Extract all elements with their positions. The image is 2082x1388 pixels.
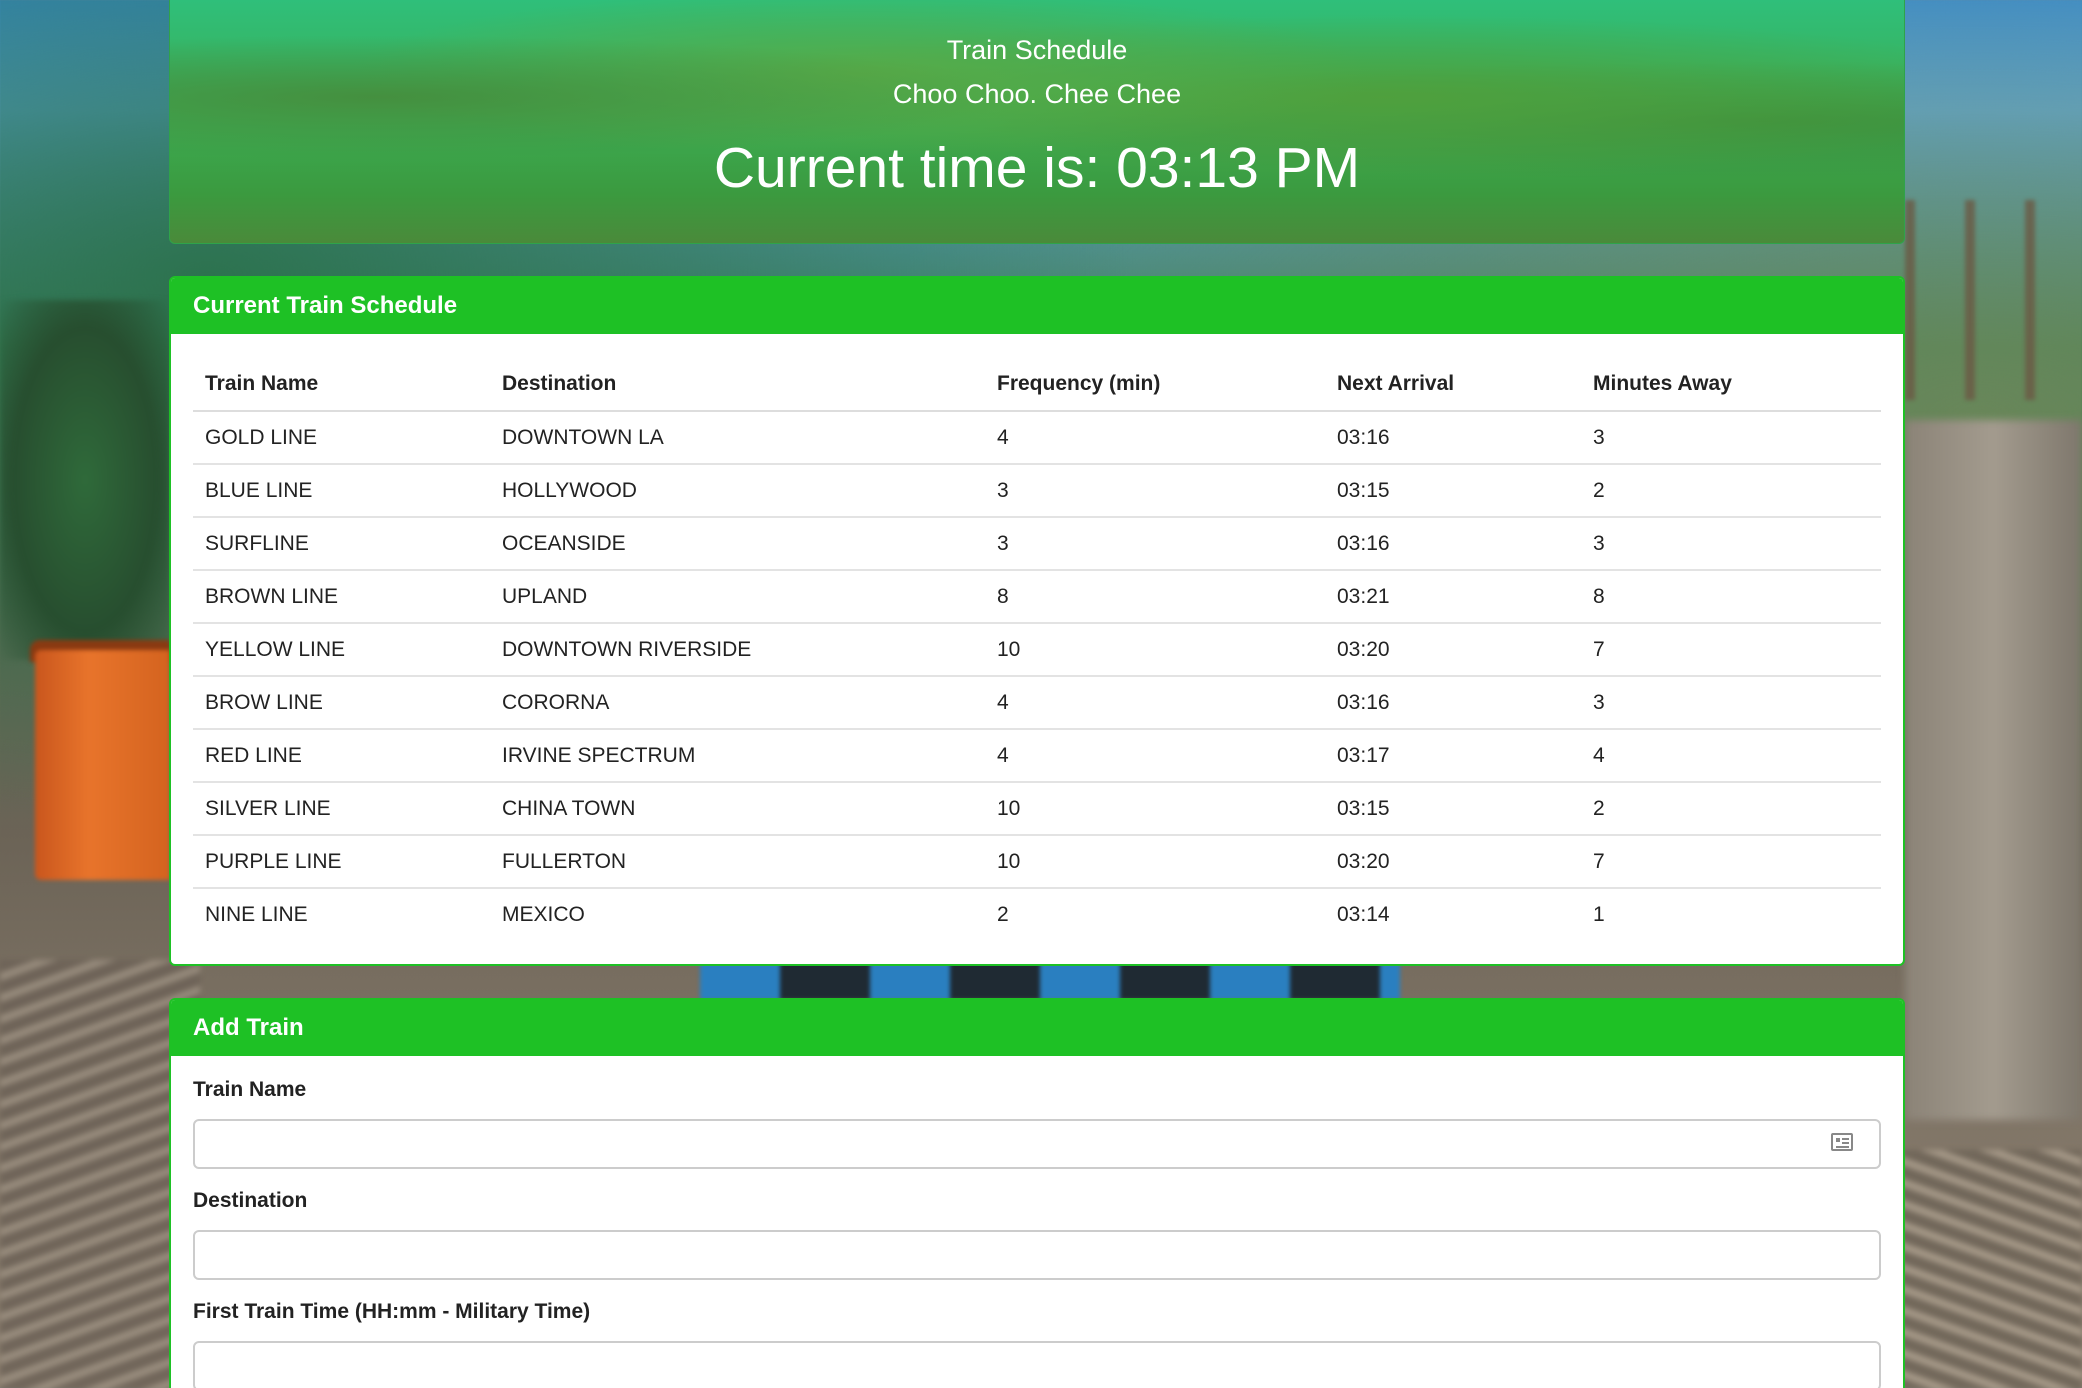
cell-train-name: NINE LINE [205,902,308,926]
cell-frequency: 2 [997,902,1009,926]
cell-frequency: 10 [985,782,1325,836]
cell-next-arrival: 03:15 [1325,464,1581,518]
table-header-row: Train Name Destination Frequency (min) N… [193,358,1881,412]
cell-minutes-away: 3 [1581,411,1881,465]
contact-card-icon[interactable] [1831,1133,1853,1151]
cell-frequency: 3 [985,464,1325,518]
cell-frequency: 10 [985,835,1325,889]
destination-label: Destination [193,1189,308,1212]
cell-next-arrival: 03:17 [1325,729,1581,783]
train-name-input[interactable] [193,1119,1881,1169]
cell-next-arrival: 03:16 [1325,517,1581,571]
destination-input[interactable] [193,1230,1881,1280]
schedule-panel: Current Train Schedule Train Name Destin… [169,276,1905,966]
cell-minutes-away: 3 [1581,517,1881,571]
cell-minutes-away: 1 [1593,902,1605,926]
current-time: Current time is: 03:13 PM [713,136,1361,200]
column-header-minutes-away: Minutes Away [1581,358,1881,412]
cell-minutes-away: 8 [1581,570,1881,624]
cell-next-arrival: 03:21 [1325,570,1581,624]
cell-destination: HOLLYWOOD [490,464,985,518]
column-header-frequency: Frequency (min) [985,358,1325,412]
cell-minutes-away: 7 [1581,835,1881,889]
cell-destination: IRVINE SPECTRUM [490,729,985,783]
background-fence [1905,200,2082,400]
cell-destination: FULLERTON [490,835,985,889]
cell-frequency: 4 [985,411,1325,465]
table-row: GOLD LINE DOWNTOWN LA 4 03:16 3 [193,411,1881,465]
background-train-roof [30,640,170,662]
background-train-wheels [700,960,1400,1000]
cell-frequency: 10 [985,623,1325,677]
column-header-train-name: Train Name [193,358,490,412]
add-train-panel-heading: Add Train [171,1000,1903,1056]
table-row: BLUE LINE HOLLYWOOD 3 03:15 2 [193,464,1881,518]
first-train-time-label: First Train Time (HH:mm - Military Time) [193,1300,591,1323]
header-jumbotron: Train Schedule Choo Choo. Chee Chee Curr… [169,0,1905,244]
table-row: YELLOW LINE DOWNTOWN RIVERSIDE 10 03:20 7 [193,623,1881,677]
table-row: BROWN LINE UPLAND 8 03:21 8 [193,570,1881,624]
cell-destination: DOWNTOWN RIVERSIDE [490,623,985,677]
cell-train-name: SURFLINE [193,517,490,571]
background-wall [1905,420,2082,1120]
cell-destination: CHINA TOWN [490,782,985,836]
cell-next-arrival: 03:15 [1325,782,1581,836]
table-row: RED LINE IRVINE SPECTRUM 4 03:17 4 [193,729,1881,783]
cell-minutes-away: 7 [1581,623,1881,677]
table-row: NINE LINE MEXICO 2 03:14 1 [193,888,1881,940]
page-subtitle: Choo Choo. Chee Chee [892,79,1182,109]
cell-destination: DOWNTOWN LA [490,411,985,465]
train-name-input-wrapper [193,1119,1881,1169]
cell-train-name: YELLOW LINE [193,623,490,677]
table-row: SURFLINE OCEANSIDE 3 03:16 3 [193,517,1881,571]
cell-train-name: BROWN LINE [193,570,490,624]
page-title: Train Schedule [946,35,1128,65]
cell-frequency: 3 [985,517,1325,571]
cell-train-name: GOLD LINE [193,411,490,465]
schedule-table: Train Name Destination Frequency (min) N… [193,358,1881,940]
cell-destination: UPLAND [490,570,985,624]
table-row: BROW LINE CORORNA 4 03:16 3 [193,676,1881,730]
cell-next-arrival: 03:16 [1325,411,1581,465]
table-row: PURPLE LINE FULLERTON 10 03:20 7 [193,835,1881,889]
train-name-label: Train Name [193,1078,307,1101]
first-train-time-input[interactable] [193,1341,1881,1388]
cell-minutes-away: 3 [1581,676,1881,730]
cell-frequency: 4 [985,729,1325,783]
table-row: SILVER LINE CHINA TOWN 10 03:15 2 [193,782,1881,836]
cell-train-name: BLUE LINE [193,464,490,518]
cell-frequency: 4 [985,676,1325,730]
cell-next-arrival: 03:14 [1337,902,1390,926]
cell-destination: OCEANSIDE [490,517,985,571]
add-train-panel: Add Train Train Name Destination First T… [169,998,1905,1388]
cell-train-name: RED LINE [193,729,490,783]
cell-minutes-away: 2 [1581,464,1881,518]
column-header-next-arrival: Next Arrival [1325,358,1581,412]
main-container: Train Schedule Choo Choo. Chee Chee Curr… [169,0,1905,1388]
cell-destination: CORORNA [490,676,985,730]
cell-train-name: BROW LINE [193,676,490,730]
background-rails-right [1900,1150,2082,1388]
background-trees [0,300,170,660]
column-header-destination: Destination [490,358,985,412]
cell-next-arrival: 03:20 [1325,835,1581,889]
cell-minutes-away: 2 [1581,782,1881,836]
cell-train-name: PURPLE LINE [193,835,490,889]
cell-frequency: 8 [985,570,1325,624]
schedule-table-body: GOLD LINE DOWNTOWN LA 4 03:16 3 BLUE LINE HOLL… [193,411,1881,940]
cell-next-arrival: 03:16 [1325,676,1581,730]
background-train-car [35,650,170,880]
cell-minutes-away: 4 [1581,729,1881,783]
cell-destination: MEXICO [502,902,585,926]
cell-train-name: SILVER LINE [193,782,490,836]
cell-next-arrival: 03:20 [1325,623,1581,677]
schedule-panel-heading: Current Train Schedule [171,278,1903,334]
